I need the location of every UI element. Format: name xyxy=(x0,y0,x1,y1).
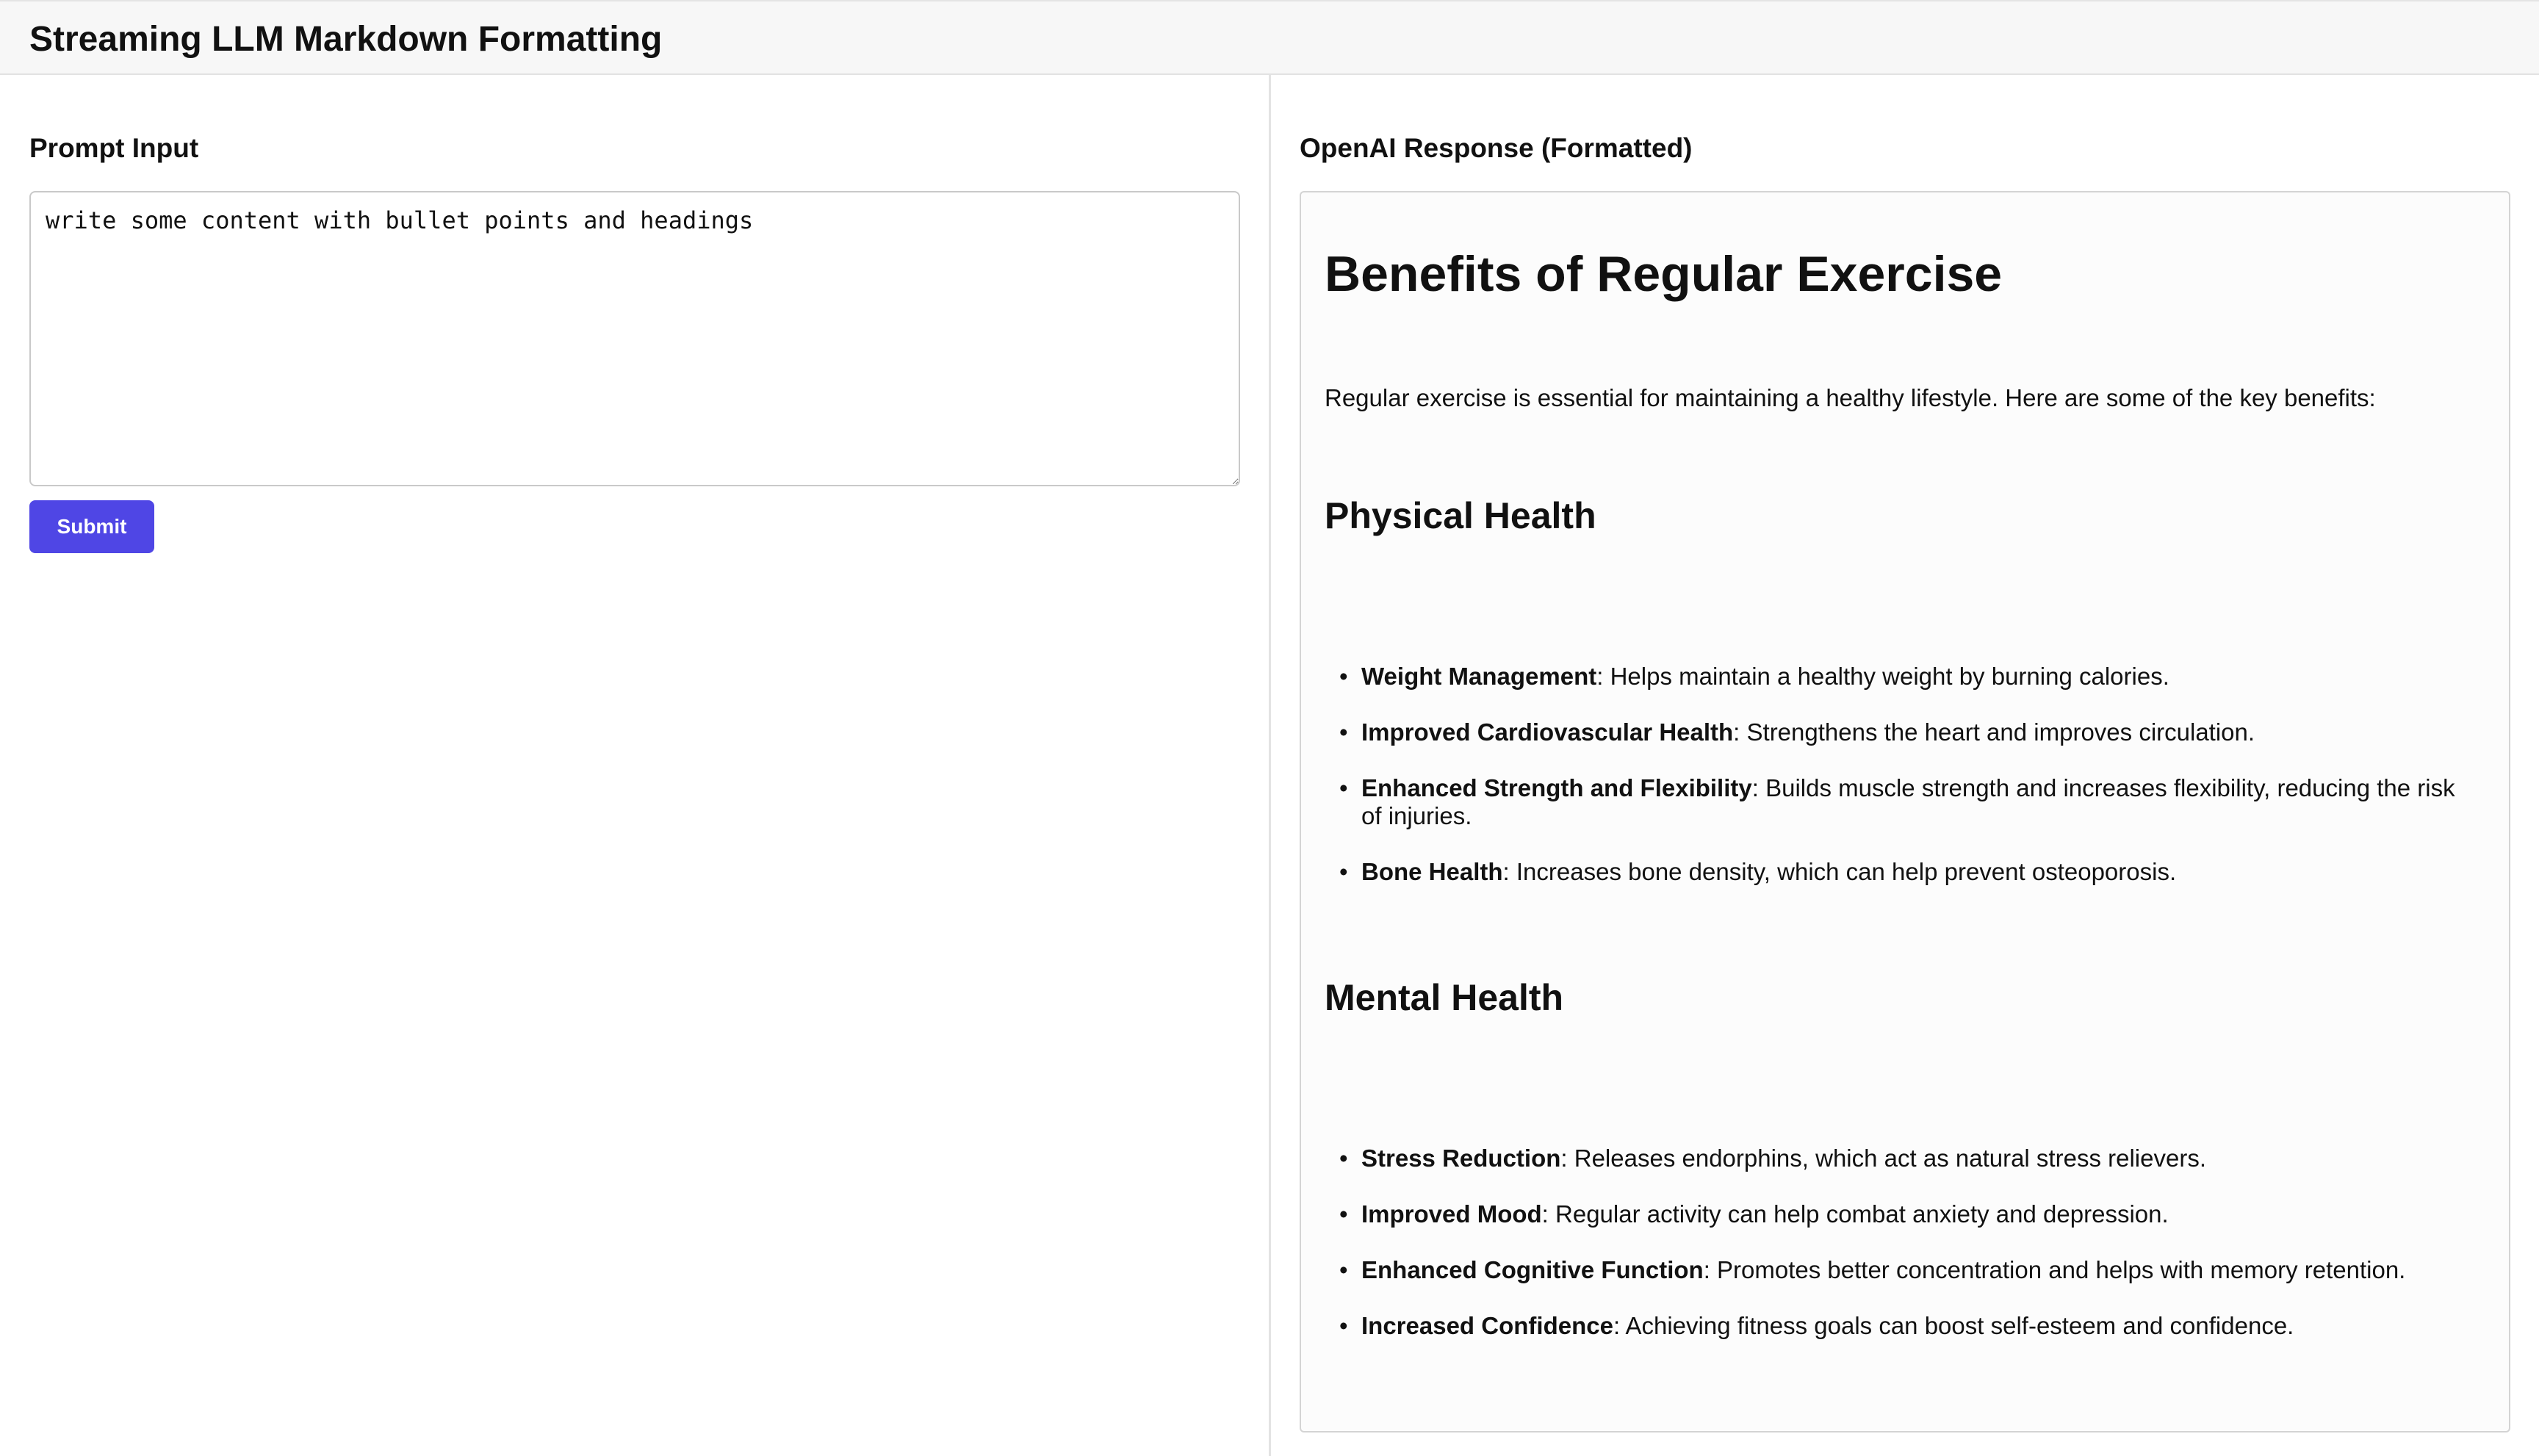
app-header: Streaming LLM Markdown Formatting xyxy=(0,0,2539,75)
list-item-text: : Achieving fitness goals can boost self… xyxy=(1613,1312,2294,1339)
list-item-term: Bone Health xyxy=(1361,858,1503,885)
list-item: • Stress Reduction: Releases endorphins,… xyxy=(1339,1145,2478,1172)
list-item-text: : Regular activity can help combat anxie… xyxy=(1541,1200,2169,1228)
list-item: • Improved Cardiovascular Health: Streng… xyxy=(1339,718,2478,746)
list-item-term: Enhanced Strength and Flexibility xyxy=(1361,774,1752,801)
response-pane: OpenAI Response (Formatted) Benefits of … xyxy=(1271,75,2539,1456)
list-item-text: : Promotes better concentration and help… xyxy=(1703,1256,2406,1283)
bullet-icon: • xyxy=(1339,1145,1348,1172)
bullet-icon: • xyxy=(1339,774,1348,801)
prompt-pane: Prompt Input write some content with bul… xyxy=(0,75,1269,1456)
bullet-icon: • xyxy=(1339,663,1348,690)
list-item: • Enhanced Cognitive Function: Promotes … xyxy=(1339,1256,2478,1284)
response-output: Benefits of Regular Exercise Regular exe… xyxy=(1300,191,2510,1432)
list-item-text: : Increases bone density, which can help… xyxy=(1502,858,2177,885)
prompt-section-title: Prompt Input xyxy=(29,133,199,163)
list-item-term: Improved Mood xyxy=(1361,1200,1542,1228)
list-item: • Improved Mood: Regular activity can he… xyxy=(1339,1200,2478,1228)
list-item-term: Enhanced Cognitive Function xyxy=(1361,1256,1704,1283)
response-intro: Regular exercise is essential for mainta… xyxy=(1325,384,2376,411)
physical-health-heading: Physical Health xyxy=(1325,495,1596,536)
bullet-icon: • xyxy=(1339,1200,1348,1228)
list-item: • Weight Management: Helps maintain a he… xyxy=(1339,663,2478,691)
mental-health-heading: Mental Health xyxy=(1325,977,1564,1018)
bullet-icon: • xyxy=(1339,1256,1348,1283)
list-item-term: Stress Reduction xyxy=(1361,1145,1561,1172)
list-item: • Increased Confidence: Achieving fitnes… xyxy=(1339,1312,2478,1340)
list-item-term: Weight Management xyxy=(1361,663,1597,690)
bullet-icon: • xyxy=(1339,858,1348,885)
list-item-term: Increased Confidence xyxy=(1361,1312,1613,1339)
list-item: • Enhanced Strength and Flexibility: Bui… xyxy=(1339,774,2478,830)
response-section-title: OpenAI Response (Formatted) xyxy=(1300,133,1693,163)
bullet-icon: • xyxy=(1339,1312,1348,1339)
list-item: • Bone Health: Increases bone density, w… xyxy=(1339,858,2478,886)
prompt-input[interactable]: write some content with bullet points an… xyxy=(29,191,1240,486)
app-window: Streaming LLM Markdown Formatting Prompt… xyxy=(0,0,2539,1456)
response-heading: Benefits of Regular Exercise xyxy=(1325,246,2003,302)
list-item-term: Improved Cardiovascular Health xyxy=(1361,718,1734,746)
app-title: Streaming LLM Markdown Formatting xyxy=(29,20,663,59)
list-item-text: : Helps maintain a healthy weight by bur… xyxy=(1596,663,2169,690)
list-item-text: : Releases endorphins, which act as natu… xyxy=(1560,1145,2206,1172)
submit-button[interactable]: Submit xyxy=(29,500,154,553)
bullet-icon: • xyxy=(1339,718,1348,746)
list-item-text: : Strengthens the heart and improves cir… xyxy=(1733,718,2255,746)
